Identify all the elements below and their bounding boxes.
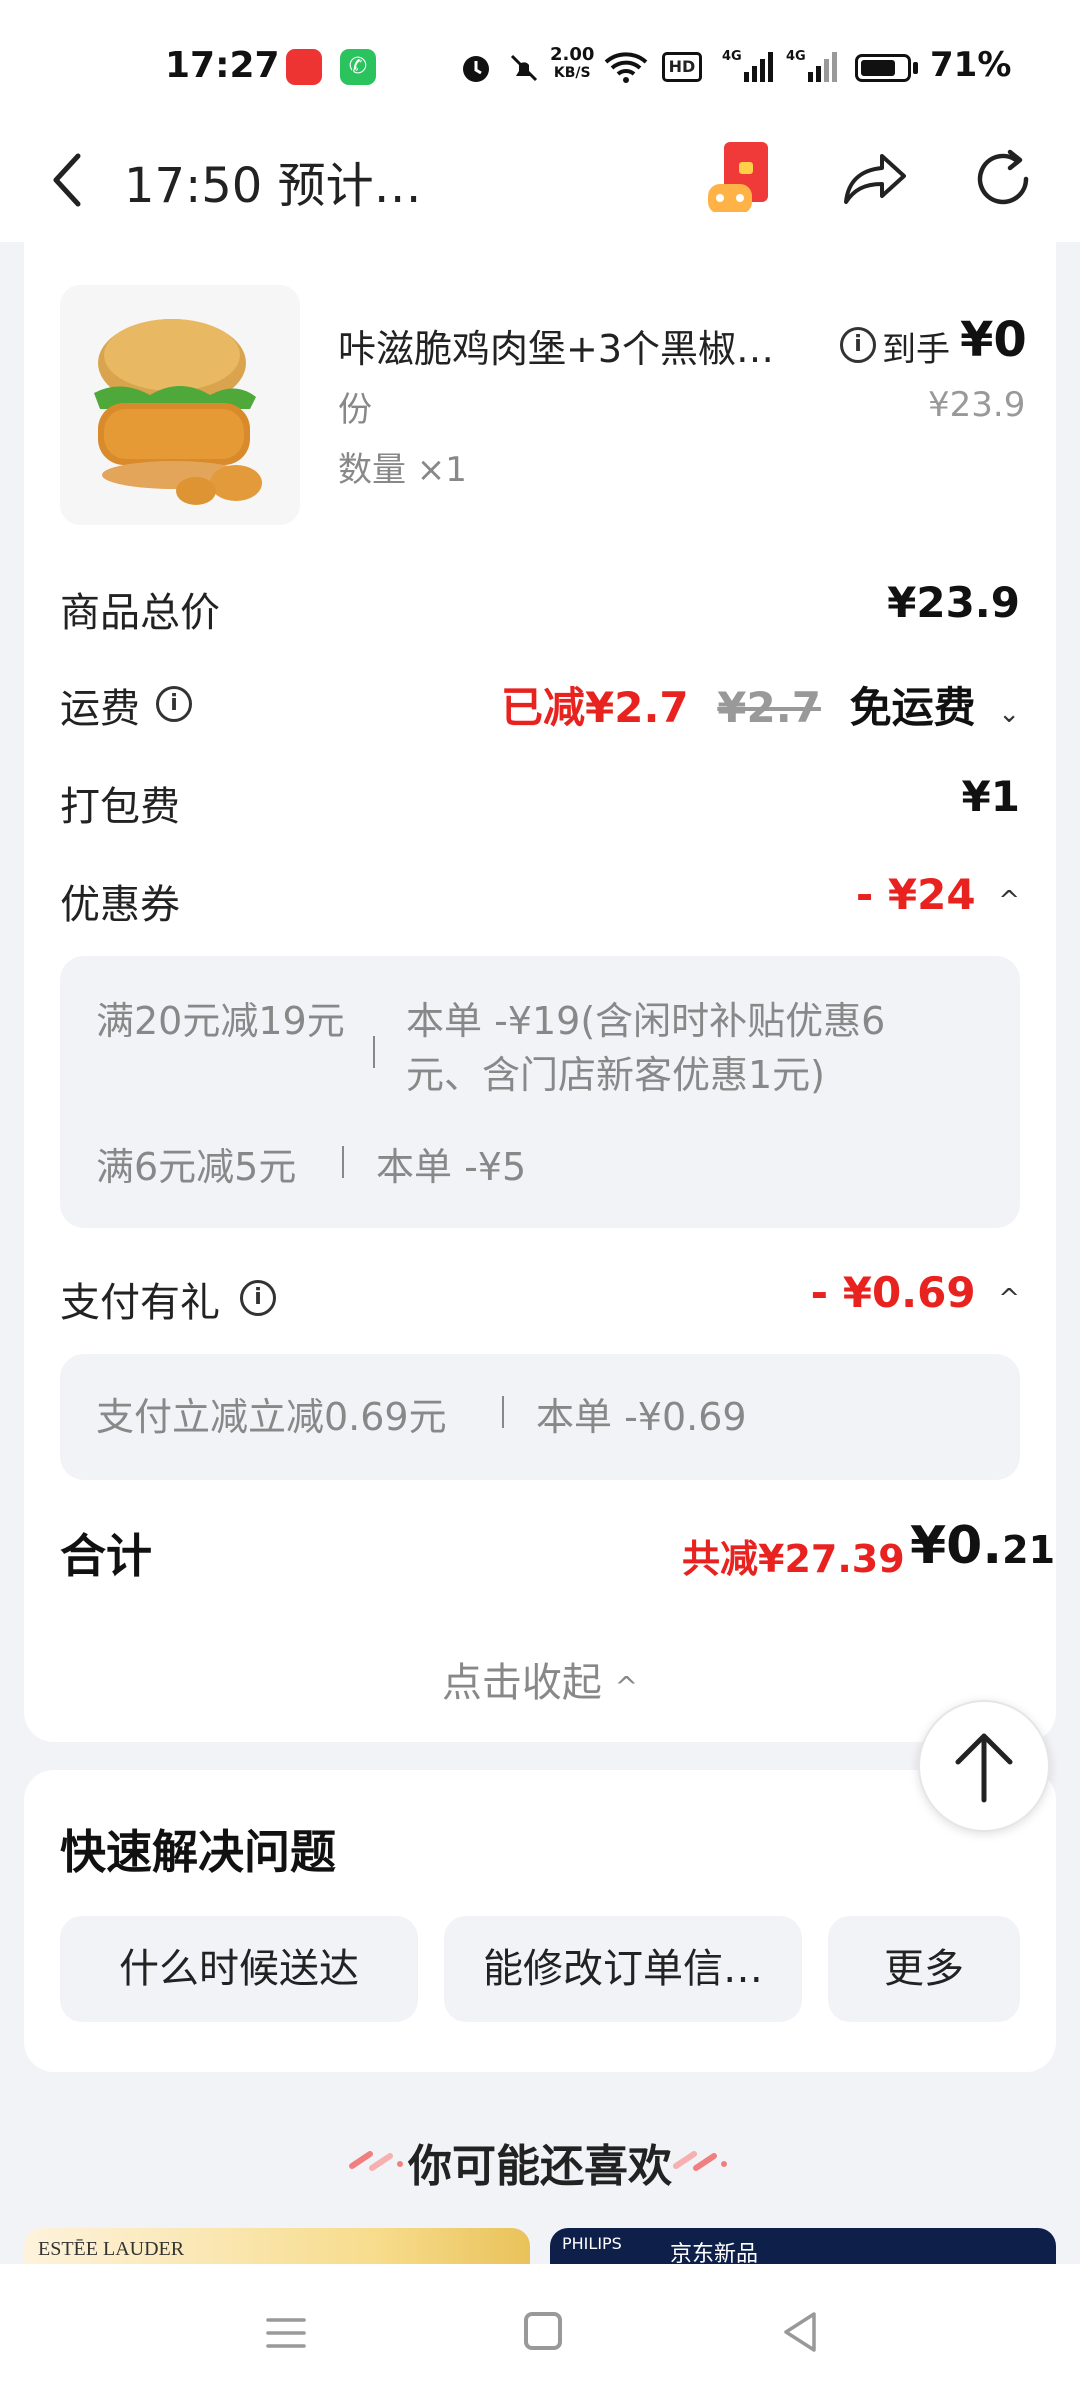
- refresh-icon[interactable]: [968, 144, 1038, 214]
- quick-chip[interactable]: 能修改订单信…: [444, 1916, 802, 2022]
- total-price: ¥0.21: [910, 1516, 1056, 1576]
- info-icon[interactable]: i: [240, 1280, 276, 1316]
- share-icon[interactable]: [842, 150, 908, 206]
- nav-back-icon[interactable]: [780, 2310, 820, 2354]
- coupon-rule: 满6元减5元: [96, 1145, 297, 1189]
- recommend-title: 你可能还喜欢: [408, 2141, 672, 2192]
- app-icon: [286, 49, 322, 85]
- banner-brand: ESTĒE LAUDER: [38, 2238, 185, 2260]
- wifi-icon: [604, 52, 648, 83]
- battery-icon: [855, 54, 911, 82]
- info-icon[interactable]: i: [156, 686, 192, 722]
- signal-4g-icon: 4G: [786, 49, 837, 82]
- divider: [342, 1146, 344, 1178]
- battery-tip: [913, 62, 918, 74]
- divider: [502, 1396, 504, 1428]
- arrow-up-icon: [955, 1733, 1013, 1803]
- scroll-top-button[interactable]: [918, 1700, 1050, 1832]
- hd-icon: HD: [662, 52, 702, 82]
- total-saved: 共减¥27.39: [682, 1537, 905, 1581]
- payment-gift-toggle[interactable]: - ¥0.69 ^: [811, 1268, 1020, 1317]
- menu-icon[interactable]: [266, 2316, 306, 2350]
- chevron-up-icon: ^: [614, 1670, 639, 1703]
- delivery-fee-row[interactable]: 已减¥2.7 ¥2.7 免运费 ⌄: [501, 674, 1020, 735]
- divider: [373, 1036, 375, 1068]
- coupon-toggle[interactable]: - ¥24 ^: [856, 870, 1020, 919]
- status-time: 17:27: [165, 45, 280, 86]
- chevron-down-icon: ⌄: [998, 699, 1020, 729]
- home-icon[interactable]: [524, 2312, 562, 2350]
- payment-gift-value: - ¥0.69: [810, 1268, 976, 1317]
- svg-text:4G: 4G: [722, 49, 742, 64]
- page-title: 17:50 预计…: [124, 158, 422, 214]
- payment-gift-rule: 支付立减立减0.69元: [96, 1395, 447, 1439]
- quick-chip[interactable]: 什么时候送达: [60, 1916, 418, 2022]
- product-image: [60, 285, 300, 525]
- packing-label: 打包费: [60, 784, 180, 830]
- chevron-up-icon: ^: [998, 886, 1020, 916]
- payment-gift-label: 支付有礼: [60, 1280, 220, 1326]
- coupon-detail: 本单 -¥5: [376, 1145, 527, 1189]
- quick-chip-more[interactable]: 更多: [828, 1916, 1020, 2022]
- recommend-banner-left[interactable]: ESTĒE LAUDER: [24, 2228, 530, 2268]
- recommend-banner-right[interactable]: PHILIPS 京东新品: [550, 2228, 1056, 2268]
- packing-value: ¥1: [961, 772, 1020, 821]
- product-name-continued: 份: [338, 390, 372, 430]
- delivery-label: 运费: [60, 686, 140, 732]
- delivery-original: ¥2.7: [717, 683, 821, 732]
- quick-solve-title: 快速解决问题: [60, 1825, 336, 1879]
- product-quantity: 数量 ×1: [338, 450, 467, 490]
- info-icon[interactable]: i: [840, 327, 876, 363]
- delivery-free: 免运费: [849, 683, 976, 732]
- burger-image: [94, 319, 262, 505]
- subtotal-value: ¥23.9: [887, 578, 1020, 627]
- coupon-rule: 满20元减19元: [96, 999, 345, 1043]
- daoshou-price: ¥0: [960, 312, 1027, 368]
- delivery-reduced: 已减¥2.7: [501, 683, 689, 732]
- chevron-up-icon: ^: [998, 1284, 1020, 1314]
- coupon-value: - ¥24: [855, 870, 976, 919]
- red-packet-game-icon[interactable]: [706, 140, 780, 218]
- alarm-icon: [463, 56, 489, 82]
- net-speed: 2.00 KB/S: [550, 44, 595, 82]
- phone-app-icon: ✆: [340, 49, 376, 85]
- payment-gift-detail: 本单 -¥0.69: [536, 1395, 747, 1439]
- svg-text:4G: 4G: [786, 49, 806, 64]
- subtotal-label: 商品总价: [60, 590, 220, 636]
- collapse-button[interactable]: 点击收起 ^: [0, 1650, 1080, 1708]
- banner-brand: PHILIPS: [562, 2234, 622, 2253]
- product-original-price: ¥23.9: [928, 385, 1026, 425]
- signal-4g-icon: 4G: [722, 49, 773, 82]
- battery-percent: 71%: [930, 45, 1012, 85]
- total-label: 合计: [60, 1529, 152, 1583]
- coupon-detail: 本单 -¥19(含闲时补贴优惠6: [406, 999, 886, 1043]
- coupon-label: 优惠券: [60, 882, 180, 928]
- daoshou-label: 到手: [882, 330, 950, 370]
- decoration-icon: [673, 2151, 727, 2171]
- coupon-detail-cont: 元、含门店新客优惠1元): [406, 1053, 826, 1097]
- back-icon[interactable]: [48, 150, 88, 210]
- mute-icon: [510, 54, 538, 82]
- product-name[interactable]: 咔滋脆鸡肉堡+3个黑椒…: [338, 318, 818, 373]
